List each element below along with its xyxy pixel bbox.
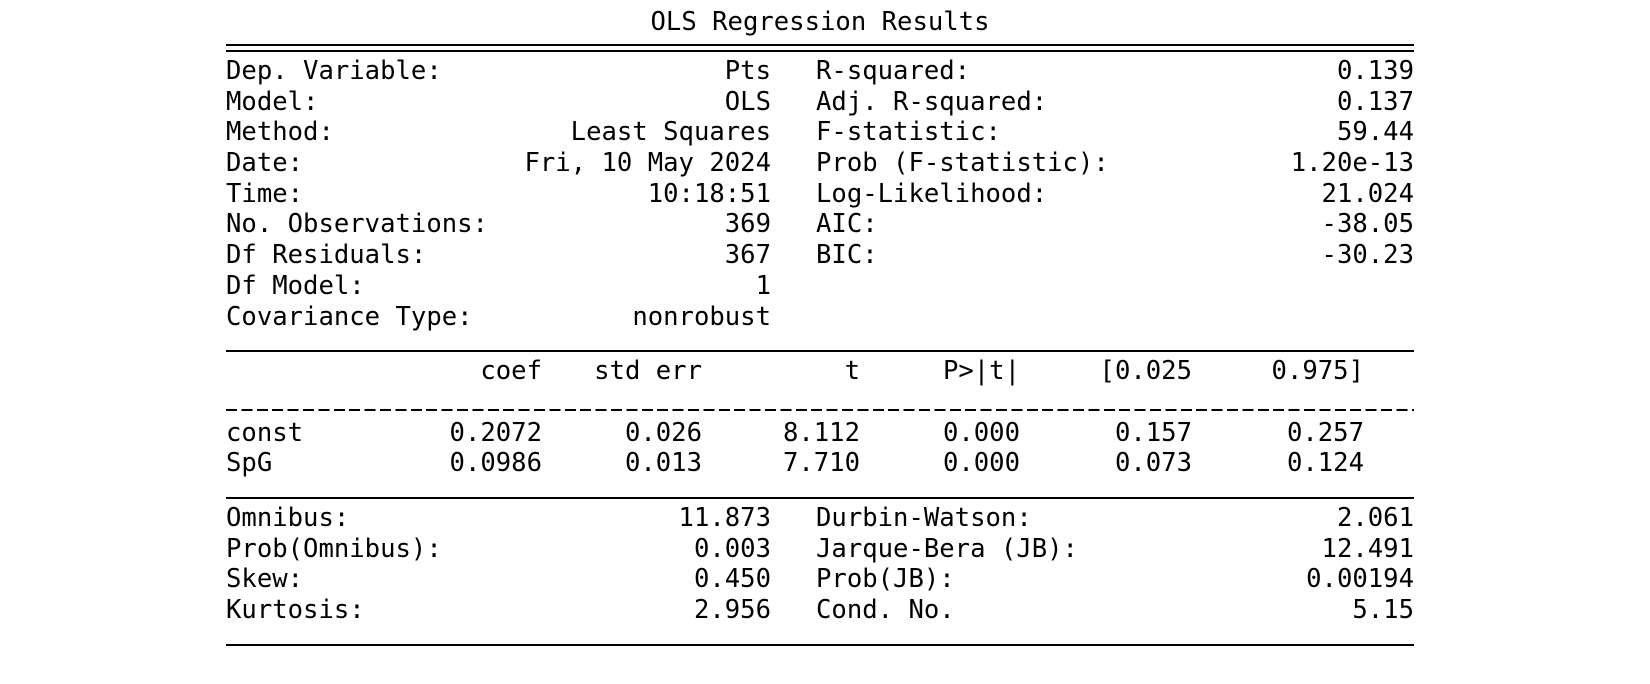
stat-value: 59.44 [1336,117,1414,148]
diagnostics-row: Prob(Omnibus): 0.003 Jarque-Bera (JB): 12.4… [226,534,1414,565]
stat-label: Prob(Omnibus): [226,533,442,564]
column-header: coef [480,356,542,387]
diagnostics-section: Omnibus: 11.873 Durbin-Watson: 2.061 Prob(Om… [226,503,1414,626]
report-title: OLS Regression Results [650,7,990,37]
summary-row: No. Observations: 369 AIC: -38.05 [226,209,1414,240]
stat-label: F-statistic: [816,117,1001,148]
stat-value: 12.491 [1321,533,1414,564]
stat-value: 1.20e-13 [1290,148,1414,179]
column-header: t [844,356,860,387]
stat-label: Durbin-Watson: [816,502,1032,533]
coef-table-body: const 0.2072 0.026 8.112 0.000 0.157 0.257 SpG 0… [226,418,1414,479]
stat-value: 5.15 [1352,595,1414,625]
coef-cell: 0.026 [624,417,702,448]
coef-cell: 8.112 [782,417,860,448]
diagnostics-row: Skew: 0.450 Prob(JB): 0.00194 [226,564,1414,595]
stat-value: 0.139 [1336,56,1414,86]
coef-cell: 0.000 [942,448,1020,479]
stat-label: Skew: [226,564,304,595]
stat-value: 367 [724,240,771,271]
stat-value: nonrobust [632,301,771,332]
stat-label: Dep. Variable: [226,56,442,86]
diagnostics-row: Omnibus: 11.873 Durbin-Watson: 2.061 [226,503,1414,534]
stat-value: OLS [724,86,771,117]
stat-value: 2.061 [1336,502,1414,533]
column-header: std err [594,356,702,387]
summary-row: Df Model: 1 [226,271,1414,302]
stat-label: Method: [226,117,334,148]
coef-cell: 0.124 [1286,448,1364,479]
coef-cell: 7.710 [782,448,860,479]
stat-value: 0.137 [1336,86,1414,117]
stat-value: 10:18:51 [647,178,771,209]
stat-label: AIC: [816,209,878,240]
stat-value: 369 [724,209,771,240]
coef-cell: 0.157 [1114,417,1192,448]
stat-value: Pts [724,56,771,86]
coef-cell: 0.000 [942,417,1020,448]
stat-label: Prob(JB): [816,564,955,595]
double-rule-divider [226,626,1414,650]
summary-row: Date: Fri, 10 May 2024 Prob (F-statistic):… [226,148,1414,179]
stat-label: Jarque-Bera (JB): [816,533,1078,564]
column-header: 0.975] [1271,356,1364,387]
stat-label: BIC: [816,240,878,271]
summary-row: Method: Least Squares F-statistic: 59.44 [226,117,1414,148]
ols-regression-report: OLS Regression Results Dep. Variable: Pts… [226,4,1414,650]
stat-label: R-squared: [816,56,971,86]
model-summary-section: Dep. Variable: Pts R-squared: 0.139 Model: OL… [226,56,1414,332]
stat-label: Time: [226,178,304,209]
stat-label: Df Model: [226,270,365,301]
variable-name: SpG [226,448,273,479]
stat-label: Covariance Type: [226,301,473,332]
stat-value: Least Squares [570,117,771,148]
double-rule-divider [226,332,1414,356]
stat-label: Kurtosis: [226,595,365,625]
stat-label: Prob (F-statistic): [816,148,1109,179]
diagnostics-row: Kurtosis: 2.956 Cond. No. 5.15 [226,595,1414,626]
coef-cell: 0.257 [1286,417,1364,448]
stat-value: -38.05 [1321,209,1414,240]
coef-row: const 0.2072 0.026 8.112 0.000 0.157 0.257 [226,418,1414,449]
coef-cell: 0.013 [624,448,702,479]
summary-row: Dep. Variable: Pts R-squared: 0.139 [226,56,1414,87]
stat-value: 2.956 [693,595,771,625]
stat-value: 1 [755,270,771,301]
stat-value: 0.00194 [1306,564,1414,595]
coef-row: SpG 0.0986 0.013 7.710 0.000 0.073 0.124 [226,448,1414,479]
summary-row: Time: 10:18:51 Log-Likelihood: 21.024 [226,179,1414,210]
stat-value: -30.23 [1321,240,1414,271]
stat-label: Omnibus: [226,502,350,533]
stat-value: 11.873 [678,502,771,533]
stat-value: 0.003 [693,533,771,564]
stat-label: Adj. R-squared: [816,86,1048,117]
stat-value: 21.024 [1321,178,1414,209]
column-header: P>|t| [942,356,1020,387]
summary-row: Covariance Type: nonrobust [226,302,1414,333]
summary-row: Df Residuals: 367 BIC: -30.23 [226,240,1414,271]
double-rule-divider [226,479,1414,503]
stat-label: Date: [226,148,304,179]
stat-label: Cond. No. [816,595,955,625]
stat-value: 0.450 [693,564,771,595]
variable-name: const [226,417,304,448]
stat-value: Fri, 10 May 2024 [524,148,771,179]
coef-cell: 0.2072 [449,417,542,448]
summary-row: Model: OLS Adj. R-squared: 0.137 [226,87,1414,118]
coef-table-header: coef std err t P>|t| [0.025 0.975] [226,356,1414,387]
dashed-rule-divider [226,387,1414,418]
double-rule-divider [226,40,1414,56]
column-header: [0.025 [1099,356,1192,387]
coef-cell: 0.073 [1114,448,1192,479]
stat-label: Df Residuals: [226,240,427,271]
stat-label: Model: [226,86,319,117]
coef-cell: 0.0986 [449,448,542,479]
stat-label: Log-Likelihood: [816,178,1048,209]
